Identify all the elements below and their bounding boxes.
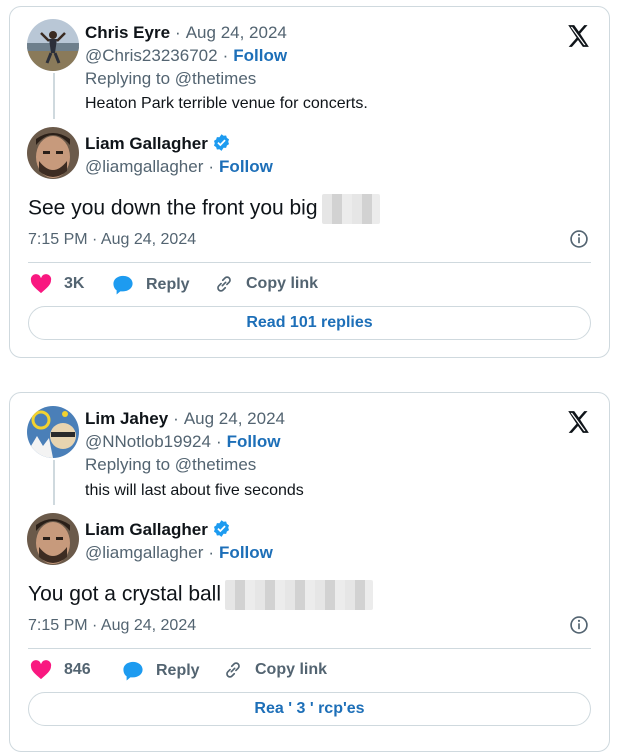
- copy-link-button[interactable]: Copy link: [223, 660, 327, 680]
- author-handle[interactable]: @NNotlob19924: [85, 432, 211, 451]
- replying-to: Replying to @thetimes: [85, 455, 257, 474]
- parent-text: Heaton Park terrible venue for concerts.: [85, 95, 368, 112]
- avatar[interactable]: [27, 406, 79, 458]
- reply-label: Reply: [156, 661, 200, 679]
- author-handle[interactable]: @liamgallagher: [85, 543, 203, 562]
- separator: ·: [222, 46, 229, 65]
- author-name[interactable]: Chris Eyre: [85, 23, 170, 42]
- author-name[interactable]: Liam Gallagher: [85, 520, 208, 539]
- copy-link-label: Copy link: [246, 275, 319, 292]
- post-date[interactable]: Aug 24, 2024: [184, 409, 285, 428]
- link-icon: [217, 276, 231, 292]
- like-button[interactable]: 3K: [30, 274, 84, 294]
- follow-button[interactable]: Follow: [219, 157, 273, 176]
- reply-handle-row: @liamgallagher · Follow: [85, 543, 273, 563]
- reply-header: Liam Gallagher: [85, 519, 231, 540]
- reply-text-row: You got a crystal ball: [28, 580, 374, 610]
- info-icon[interactable]: [569, 229, 589, 249]
- reply-text: You got a crystal ball: [28, 582, 222, 606]
- avatar[interactable]: [27, 127, 79, 179]
- reply-handle-row: @liamgallagher · Follow: [85, 157, 273, 177]
- reply-text: See you down the front you big: [28, 196, 318, 220]
- link-icon: [226, 662, 240, 678]
- timestamp[interactable]: 7:15 PM · Aug 24, 2024: [28, 230, 196, 250]
- replying-to: Replying to @thetimes: [85, 69, 257, 88]
- heart-icon: [30, 660, 52, 680]
- thread-line: [53, 73, 55, 119]
- follow-button[interactable]: Follow: [227, 432, 281, 451]
- heart-icon: [30, 274, 52, 294]
- parent-header: Chris Eyre · Aug 24, 2024: [85, 23, 287, 43]
- tweet-card: Lim Jahey · Aug 24, 2024 @NNotlob19924 · Fol…: [9, 392, 610, 752]
- timestamp[interactable]: 7:15 PM · Aug 24, 2024: [28, 616, 196, 636]
- reply-button[interactable]: Reply: [122, 660, 200, 681]
- separator: ·: [215, 432, 222, 451]
- reply-bubble-icon: [123, 661, 143, 681]
- separator: ·: [208, 543, 215, 562]
- divider: [28, 262, 591, 263]
- separator: ·: [175, 23, 181, 42]
- author-handle[interactable]: @liamgallagher: [85, 157, 203, 176]
- x-logo-icon[interactable]: [565, 23, 591, 49]
- follow-button[interactable]: Follow: [219, 543, 273, 562]
- reply-label: Reply: [146, 275, 190, 293]
- reply-header: Liam Gallagher: [85, 133, 231, 154]
- tweet-card: Chris Eyre · Aug 24, 2024 @Chris23236702 · F…: [9, 6, 610, 358]
- parent-handle-row: @NNotlob19924 · Follow: [85, 432, 280, 452]
- thread-line: [53, 460, 55, 505]
- author-name[interactable]: Lim Jahey: [85, 409, 168, 428]
- avatar[interactable]: [27, 19, 79, 71]
- reply-text-row: See you down the front you big: [28, 194, 380, 224]
- post-date[interactable]: Aug 24, 2024: [186, 23, 287, 42]
- x-logo-icon[interactable]: [565, 409, 591, 435]
- blurred-redaction: [321, 194, 380, 224]
- like-button[interactable]: 846: [30, 660, 91, 680]
- like-count: 3K: [64, 275, 85, 292]
- separator: ·: [173, 409, 179, 428]
- separator: ·: [208, 157, 215, 176]
- copy-link-label: Copy link: [255, 661, 328, 678]
- parent-text: this will last about five seconds: [85, 482, 304, 499]
- parent-handle-row: @Chris23236702 · Follow: [85, 46, 287, 66]
- verified-badge-icon: [213, 520, 229, 537]
- follow-button[interactable]: Follow: [233, 46, 287, 65]
- author-name[interactable]: Liam Gallagher: [85, 134, 208, 153]
- like-count: 846: [64, 661, 91, 678]
- blurred-redaction: [225, 580, 374, 610]
- parent-header: Lim Jahey · Aug 24, 2024: [85, 409, 285, 429]
- verified-badge-icon: [213, 134, 229, 151]
- author-handle[interactable]: @Chris23236702: [85, 46, 218, 65]
- read-replies-button[interactable]: Read 101 replies: [28, 306, 591, 340]
- avatar[interactable]: [27, 513, 79, 565]
- read-replies-button[interactable]: Rea ' 3 ' rcp'es: [28, 692, 591, 726]
- copy-link-button[interactable]: Copy link: [214, 274, 318, 294]
- reply-button[interactable]: Reply: [112, 274, 190, 295]
- divider: [28, 648, 591, 649]
- reply-bubble-icon: [113, 275, 133, 295]
- info-icon[interactable]: [569, 615, 589, 635]
